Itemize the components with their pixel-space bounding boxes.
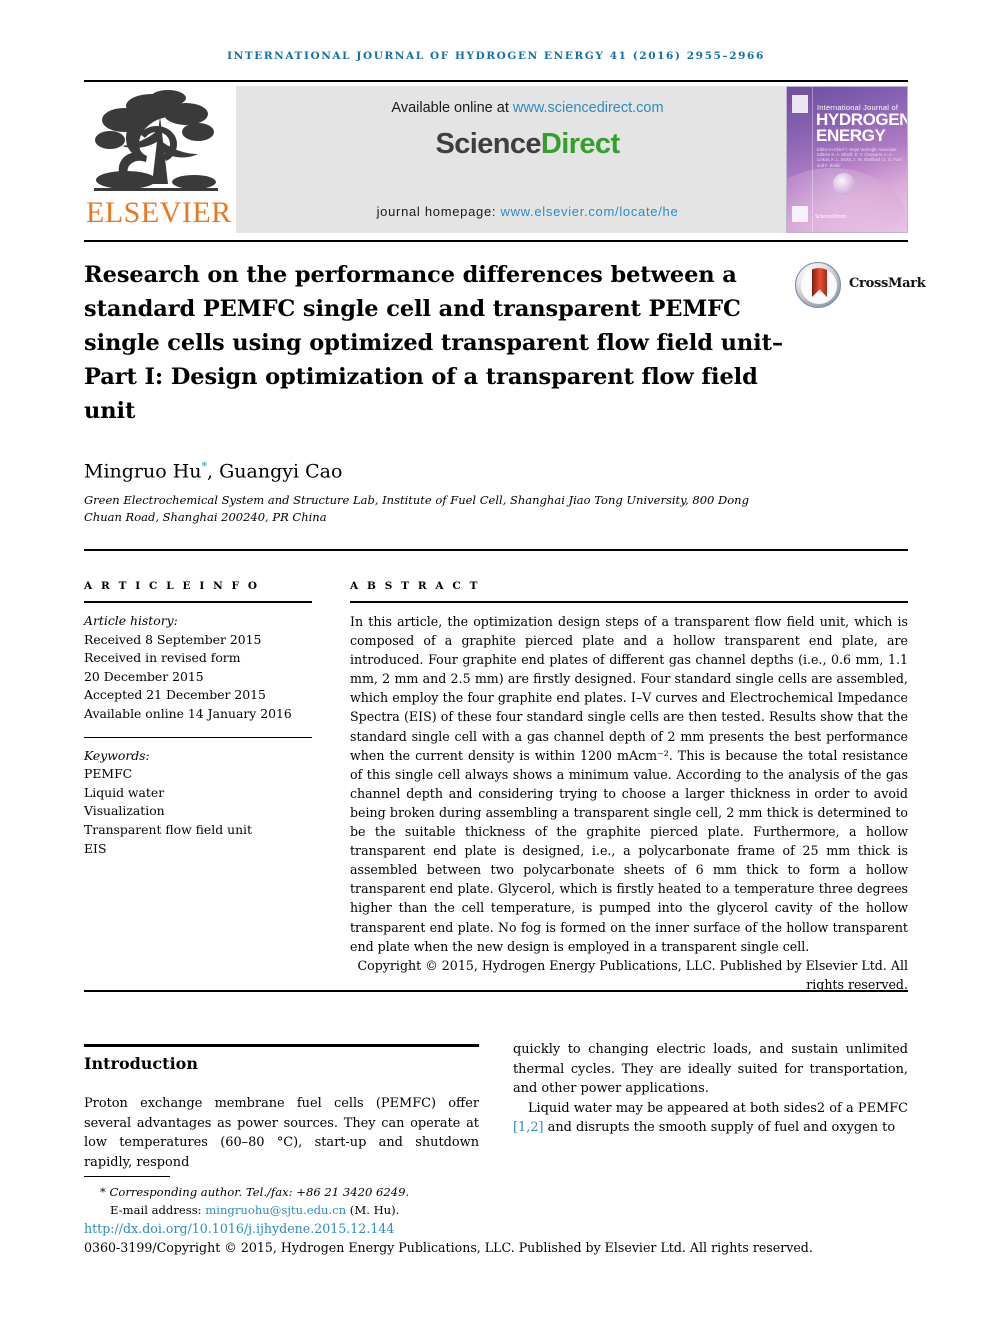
intro-paragraph-2-post: and disrupts the smooth supply of fuel a… (543, 1120, 896, 1135)
crossmark-icon (795, 262, 841, 308)
keywords-rule (84, 736, 312, 738)
crossmark-icon-inner (801, 268, 837, 304)
journal-homepage-line: journal homepage: www.elsevier.com/locat… (236, 204, 819, 219)
journal-cover-thumbnail: International Journal of HYDROGEN ENERGY… (786, 86, 908, 233)
doi-link[interactable]: http://dx.doi.org/10.1016/j.ijhydene.201… (84, 1221, 394, 1236)
page-title: Research on the performance differences … (84, 262, 784, 424)
sciencedirect-url-link[interactable]: www.sciencedirect.com (513, 100, 664, 116)
cover-title-line3: ENERGY (816, 126, 886, 145)
abstract-copyright: Copyright © 2015, Hydrogen Energy Public… (357, 957, 908, 992)
masthead-bottom-rule (84, 240, 908, 242)
keyword-item: PEMFC (84, 766, 133, 782)
affiliation: Green Electrochemical System and Structu… (84, 493, 749, 524)
abstract-rule (350, 601, 908, 603)
article-history-item: Received 8 September 2015 (84, 631, 262, 647)
cover-stripe (812, 87, 813, 232)
cover-publisher-badge (792, 95, 808, 113)
crossmark-badge[interactable]: CrossMark (795, 262, 926, 310)
intro-paragraph-1-cont: quickly to changing electric loads, and … (513, 1042, 908, 1096)
header-rule (84, 80, 908, 82)
keyword-item: EIS (84, 840, 107, 856)
email-note: E-mail address: mingruohu@sjtu.edu.cn (M… (84, 1202, 908, 1220)
intro-paragraph-2: Liquid water may be appeared at both sid… (513, 1099, 908, 1138)
article-history-item: 20 December 2015 (84, 668, 204, 684)
corresponding-author-text: Corresponding author. Tel./fax: +86 21 3… (109, 1185, 410, 1199)
running-head: INTERNATIONAL JOURNAL OF HYDROGEN ENERGY… (227, 50, 765, 62)
introduction-heading: Introduction (84, 1054, 198, 1073)
sciencedirect-logo-direct: Direct (540, 128, 620, 160)
elsevier-tree-icon (94, 90, 218, 191)
masthead: ELSEVIER Available online at www.science… (84, 86, 908, 233)
footnotes: * Corresponding author. Tel./fax: +86 21… (84, 1184, 908, 1219)
keyword-item: Liquid water (84, 784, 165, 800)
article-history-item: Received in revised form (84, 650, 241, 666)
issn-copyright-line: 0360-3199/Copyright © 2015, Hydrogen Ene… (84, 1240, 813, 1255)
email-suffix: (M. Hu). (346, 1202, 400, 1217)
sciencedirect-logo-science: Science (435, 128, 541, 160)
abstract-column: A B S T R A C T In this article, the opt… (350, 580, 908, 994)
elsevier-wordmark: ELSEVIER (86, 196, 232, 229)
article-info-column: A R T I C L E I N F O Article history: R… (84, 580, 312, 858)
author-name-rest: , Guangyi Cao (207, 460, 343, 483)
sciencedirect-banner: Available online at www.sciencedirect.co… (236, 86, 819, 233)
intro-paragraph-1: Proton exchange membrane fuel cells (PEM… (84, 1096, 479, 1170)
keyword-item: Transparent flow field unit (84, 821, 252, 837)
article-history-item: Available online 14 January 2016 (84, 705, 292, 721)
journal-homepage-link[interactable]: www.elsevier.com/locate/he (501, 204, 679, 219)
abstract-body: In this article, the optimization design… (350, 614, 908, 954)
cover-society-badge (792, 206, 808, 222)
email-label: E-mail address: (110, 1202, 206, 1217)
cover-circle-graphic (833, 173, 855, 195)
article-history-item: Accepted 21 December 2015 (84, 687, 266, 703)
keywords-label: Keywords: (84, 747, 150, 763)
corresponding-author-note: * Corresponding author. Tel./fax: +86 21… (84, 1184, 908, 1202)
cover-editors: Editor-in-Chief T. Nejat Veziroğlu Assoc… (817, 147, 902, 168)
authors-bottom-rule (84, 549, 908, 551)
sciencedirect-logo: ScienceDirect (236, 128, 819, 161)
keyword-item: Visualization (84, 803, 165, 819)
body-column-left: Proton exchange membrane fuel cells (PEM… (84, 1094, 479, 1172)
abstract-bottom-rule (84, 990, 908, 992)
citation-link-1-2[interactable]: [1,2] (513, 1120, 544, 1135)
abstract-heading: A B S T R A C T (350, 580, 481, 592)
corresponding-author-asterisk: * (100, 1185, 106, 1199)
author-name-primary: Mingruo Hu (84, 460, 202, 483)
article-history-label: Article history: (84, 613, 178, 628)
cover-sciencedirect-label: ScienceDirect (815, 214, 846, 220)
journal-article-page: INTERNATIONAL JOURNAL OF HYDROGEN ENERGY… (0, 0, 992, 1323)
footnote-rule (84, 1176, 170, 1177)
keywords-block: Keywords: PEMFC Liquid water Visualizati… (84, 747, 312, 859)
journal-homepage-prefix: journal homepage: (376, 204, 501, 219)
article-info-heading: A R T I C L E I N F O (84, 580, 260, 592)
article-history-block: Article history: Received 8 September 20… (84, 612, 312, 724)
body-column-right: quickly to changing electric loads, and … (513, 1040, 908, 1138)
available-online-prefix: Available online at (391, 100, 513, 116)
intro-paragraph-2-pre: Liquid water may be appeared at both sid… (528, 1100, 908, 1116)
email-link[interactable]: mingruohu@sjtu.edu.cn (205, 1203, 346, 1217)
introduction-rule (84, 1044, 479, 1047)
crossmark-ribbon-icon (812, 268, 827, 297)
article-info-rule (84, 601, 312, 603)
crossmark-label: CrossMark (849, 276, 926, 291)
elsevier-logo: ELSEVIER (84, 86, 232, 233)
available-online-line: Available online at www.sciencedirect.co… (236, 100, 819, 116)
author-list: Mingruo Hu*, Guangyi Cao (84, 460, 784, 482)
